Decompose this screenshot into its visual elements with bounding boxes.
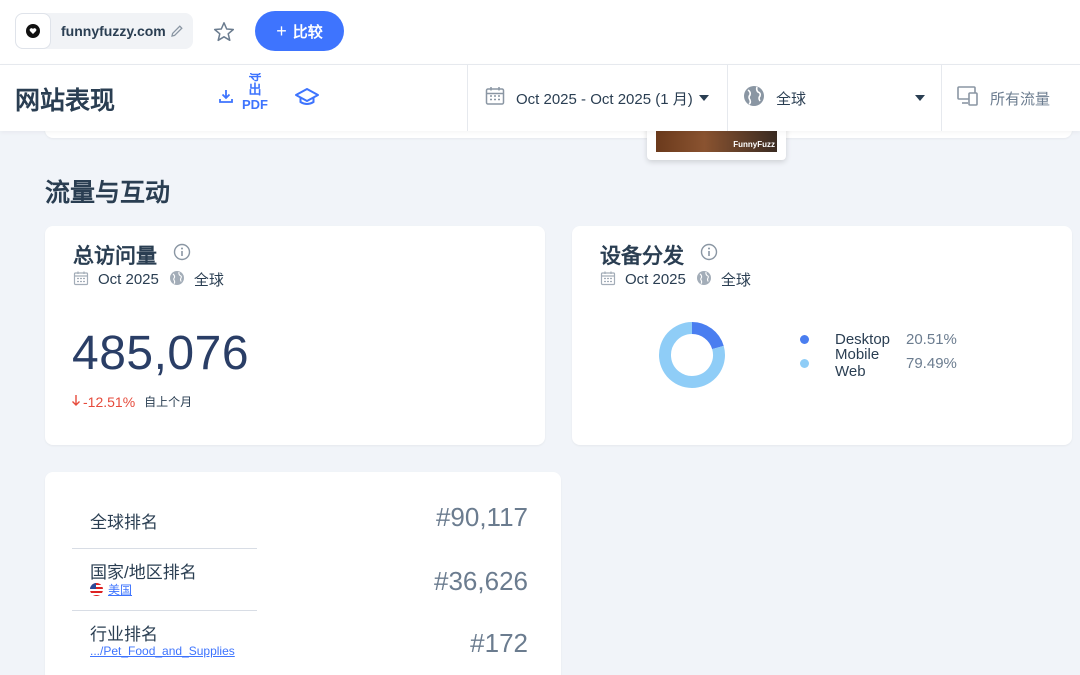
compare-button-label: 比较 [292,23,323,41]
globe-icon [169,270,185,290]
visits-region: 全球 [193,272,224,289]
divider [72,548,257,549]
star-icon[interactable] [212,20,236,49]
legend-value-desktop: 20.51% [906,330,957,348]
plus-icon: + [276,20,287,41]
export-pdf-line3: PDF [242,97,268,112]
total-visits-card: 总访问量 Oct 2025 全球 485,076 -12.51% 自上个月 [45,226,545,445]
device-distribution-title: 设备分发 [600,245,684,268]
total-visits-value: 485,076 [72,327,250,380]
compare-button[interactable]: + 比较 [255,11,344,51]
card-title: 总访问量 [73,240,191,270]
card-meta: Oct 2025 全球 [73,269,224,290]
calendar-icon [484,85,506,111]
industry-rank-row: 行业排名 .../Pet_Food_and_Supplies #172 [72,618,528,668]
card-meta: Oct 2025 全球 [600,269,751,290]
site-chip[interactable]: funnyfuzzy.com [15,13,193,49]
legend-value-mobile-web: 79.49% [906,354,957,372]
industry-link[interactable]: .../Pet_Food_and_Supplies [90,644,235,658]
divider [72,610,257,611]
chevron-down-icon [698,95,709,101]
donut-slice-desktop[interactable] [691,322,724,350]
country-rank-label: 国家/地区排名 [90,563,197,582]
device-region: 全球 [720,272,751,289]
device-legend: Desktop 20.51% Mobile Web 79.49% [800,327,957,380]
legend-name-desktop: Desktop [835,330,891,348]
global-rank-value: #90,117 [435,502,528,532]
page-toolbar: 网站表现 导 出 PDF Oct 2025 - Oct 2025 (1 月) 全… [0,64,1080,131]
legend-dot-mobile-web [800,358,809,368]
device-donut-chart [659,322,725,388]
visits-change-label: 自上个月 [144,395,193,409]
top-bar: funnyfuzzy.com + 比较 [0,0,1080,64]
info-icon[interactable] [173,243,191,267]
legend-name-mobile-web: Mobile Web [835,346,880,380]
date-range-selector[interactable]: Oct 2025 - Oct 2025 (1 月) [467,65,728,131]
edit-icon[interactable] [169,23,185,44]
calendar-icon [600,270,616,290]
traffic-type-label: 所有流量 [990,90,1051,108]
region-label: 全球 [776,90,807,108]
site-name: funnyfuzzy.com [61,23,166,39]
card-title: 设备分发 [600,240,718,270]
device-month: Oct 2025 [625,271,686,288]
thumbnail-caption: FunnyFuzz [733,140,775,149]
global-rank-row: 全球排名 #90,117 [72,502,528,542]
date-range-label: Oct 2025 - Oct 2025 (1 月) [516,90,693,108]
region-selector[interactable]: 全球 [727,65,941,131]
devices-icon [956,84,980,112]
industry-rank-label: 行业排名 [90,625,158,644]
country-rank-value: #36,626 [434,566,528,596]
section-title: 流量与互动 [45,179,171,207]
site-favicon [15,13,51,49]
total-visits-title: 总访问量 [73,245,157,268]
page-title: 网站表现 [15,87,116,115]
globe-icon [696,270,712,290]
download-icon[interactable] [217,87,235,110]
country-link-text: 美国 [108,583,133,597]
thumbnail-image: FunnyFuzz [656,130,777,152]
calendar-icon [73,270,89,290]
visits-change-value: -12.51% [83,393,136,410]
info-icon[interactable] [700,243,718,267]
ranking-card: 全球排名 #90,117 国家/地区排名 美国 #36,626 行业排名 ...… [45,472,561,675]
chevron-down-icon [915,95,925,101]
device-distribution-card: 设备分发 Oct 2025 全球 Desktop 20.51% Mobile W… [572,226,1072,445]
legend-dot-desktop [800,334,809,344]
export-pdf-line1: 导 [248,73,262,82]
visits-month: Oct 2025 [98,271,159,288]
visits-change: -12.51% 自上个月 [71,393,192,410]
country-link[interactable]: 美国 [90,581,132,598]
global-rank-label: 全球排名 [90,513,158,532]
industry-rank-value: #172 [470,628,528,658]
traffic-type-selector[interactable]: 所有流量 [941,65,1080,131]
globe-icon [742,84,766,112]
arrow-down-icon [71,394,81,410]
export-pdf-button[interactable]: 导 出 PDF [238,73,272,112]
graduation-cap-icon[interactable] [294,86,320,113]
us-flag-icon [90,583,103,596]
country-rank-row: 国家/地区排名 美国 #36,626 [72,556,528,606]
export-pdf-line2: 出 [248,82,262,97]
legend-item-mobile-web[interactable]: Mobile Web 79.49% [800,346,957,380]
